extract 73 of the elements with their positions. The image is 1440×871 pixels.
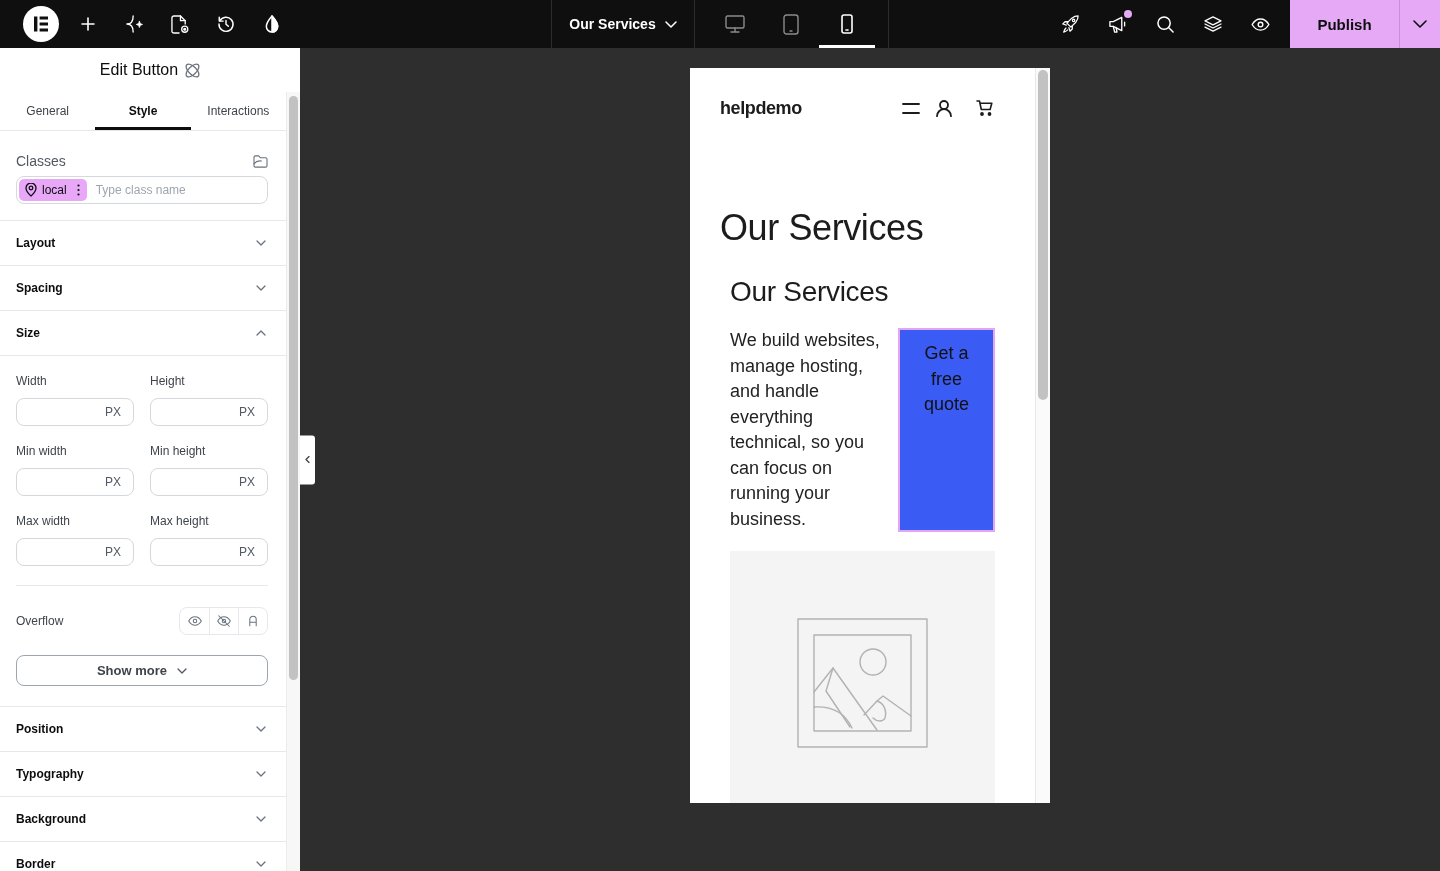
layers-icon [1203, 16, 1222, 32]
tablet-icon [782, 13, 799, 35]
logo-icon[interactable] [23, 6, 59, 42]
field-label: Width [16, 373, 48, 389]
history-icon [217, 15, 235, 33]
cart-icon [976, 100, 993, 116]
mobile-icon [840, 14, 853, 34]
body-text: We build websites, manage hosting, and handle everything technical, so you can focus on running your business. [730, 329, 881, 531]
chevron-down-icon [256, 240, 266, 246]
sparkle-icon [125, 15, 143, 33]
size-field[interactable]: PX [150, 398, 268, 426]
kebab-icon [76, 184, 80, 196]
scrollbar-thumb[interactable] [1038, 70, 1048, 400]
collapse-handle[interactable] [300, 435, 315, 484]
chevron-left-icon [305, 455, 310, 464]
plus-icon [81, 17, 95, 31]
show-more-button[interactable]: Show more [16, 655, 268, 686]
class-name-input[interactable]: Type class name [95, 183, 265, 197]
chevron-down-icon [664, 20, 677, 28]
classes-field[interactable]: local Type class name [16, 176, 268, 204]
unit-button[interactable]: PX [105, 475, 121, 489]
chevron-down-icon [177, 667, 188, 674]
tab[interactable]: Interactions [190, 92, 286, 130]
user-icon [936, 99, 952, 117]
drop-icon [265, 15, 279, 33]
field-label: Min height [150, 443, 207, 459]
quote-button[interactable]: Get a free quote [898, 328, 995, 532]
classes-label: Classes [16, 153, 66, 169]
size-field[interactable]: PX [16, 538, 134, 566]
scrollbar-thumb[interactable] [289, 96, 298, 680]
field-label: Max height [150, 513, 210, 529]
eye-icon [187, 616, 202, 626]
chevron-down-icon [256, 816, 266, 822]
chevron-down-icon [1413, 20, 1427, 28]
size-field[interactable]: PX [16, 398, 134, 426]
image-icon [797, 618, 928, 748]
size-field[interactable]: PX [150, 538, 268, 566]
search-icon [1156, 15, 1174, 33]
eye-off-icon [217, 615, 231, 627]
desktop-icon [724, 15, 745, 33]
chevron-up-icon [256, 330, 266, 336]
unit-button[interactable]: PX [239, 405, 255, 419]
section-heading: Our Services [730, 275, 890, 309]
chevron-down-icon [256, 285, 266, 291]
document-gear-icon [171, 14, 189, 34]
page-heading: Our Services [720, 206, 925, 250]
publish-button[interactable]: Publish [1290, 0, 1399, 48]
chevron-down-icon [256, 726, 266, 732]
site-logo[interactable]: helpdemo [720, 97, 802, 119]
unit-button[interactable]: PX [239, 545, 255, 559]
field-label: Min width [16, 443, 68, 459]
size-field[interactable]: PX [16, 468, 134, 496]
panel-title: Edit Button [99, 61, 179, 79]
pin-icon [25, 183, 37, 197]
orbit-icon [185, 62, 201, 78]
megaphone-icon [1108, 15, 1128, 33]
unit-button[interactable]: PX [105, 545, 121, 559]
unit-button[interactable]: PX [105, 405, 121, 419]
tab[interactable]: Style [95, 92, 191, 130]
rocket-icon [1061, 15, 1080, 33]
unit-button[interactable]: PX [239, 475, 255, 489]
field-label: Max width [16, 513, 72, 529]
class-chip[interactable]: local [19, 179, 87, 201]
size-field[interactable]: PX [150, 468, 268, 496]
chevron-down-icon [256, 771, 266, 777]
overflow-label: Overflow [16, 614, 64, 628]
eye-icon [1250, 17, 1270, 31]
hamburger-menu-icon [902, 102, 920, 114]
chevron-down-icon [256, 861, 266, 867]
field-label: Height [150, 373, 186, 389]
folder-icon [253, 154, 268, 168]
a-shape-icon [249, 615, 257, 627]
tab[interactable]: General [0, 92, 96, 130]
